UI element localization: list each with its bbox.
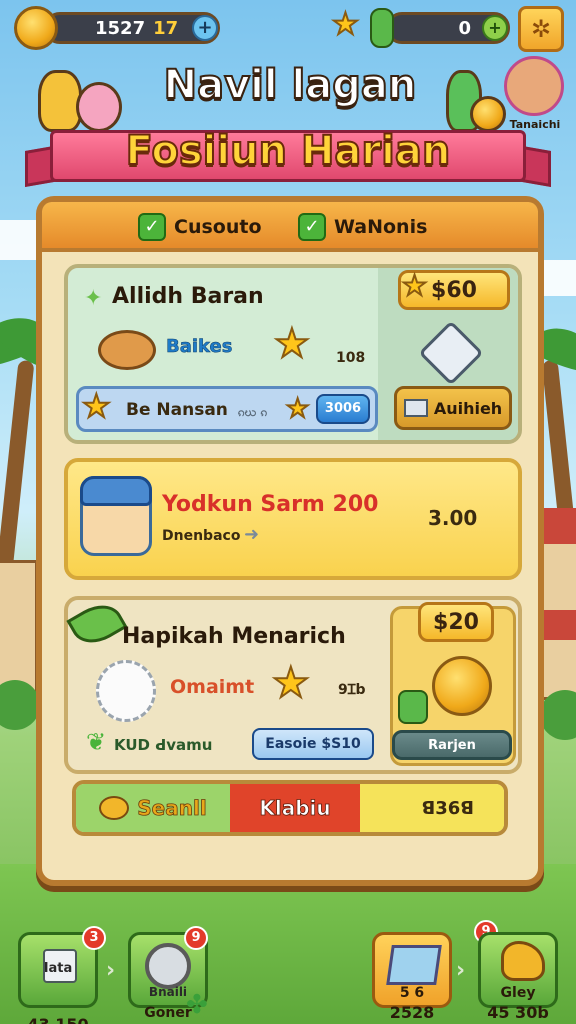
quest-title: Yodkun Sarm 200 (162, 492, 379, 517)
bar-label: KUD ꓒvamu (114, 736, 213, 754)
item-value: 108 (336, 350, 366, 366)
quest-price: $20 (418, 602, 494, 642)
action-bar: Seanll Klabiu ꓭ36ꓭ (72, 780, 508, 836)
price-text: $60 (431, 277, 477, 303)
star-badge-icon: ★ (401, 269, 428, 302)
quest-card-1: ✦ Allidh Baran Baikes ★ 108 $60 ★ ★ Be N… (64, 264, 522, 444)
reward-label: ꓭ36ꓭ (421, 797, 475, 819)
clover-icon: ✤ (186, 990, 208, 1020)
potted-plant-icon (398, 690, 428, 724)
notification-badge: 9 (184, 926, 208, 950)
fluffy-pet-icon (96, 660, 156, 722)
arrow-right-icon: ➜ (244, 524, 260, 545)
game-title: Navil lagan (163, 61, 418, 109)
add-gems-button[interactable]: + (482, 15, 508, 41)
bar-label: Be Nansan (126, 400, 228, 420)
basket-icon (98, 330, 156, 370)
settings-button[interactable]: ✲ (518, 6, 564, 52)
bush (540, 690, 576, 740)
claim-button[interactable]: Rarjen (392, 730, 512, 760)
star-icon: ★ (331, 7, 360, 42)
gem-count: 0 (458, 17, 471, 39)
quest-card-2[interactable]: Yodkun Sarm 200 Dnenbaco ➜ 3.00 (64, 458, 522, 580)
boy-avatar-icon (80, 476, 152, 556)
coin-icon (14, 6, 58, 50)
quest-title: Hapikah Menarich (122, 624, 346, 649)
price-text: $20 (433, 609, 479, 635)
reward-counter[interactable]: ꓭ36ꓭ (360, 784, 504, 832)
tab-cusouto[interactable]: ✓ Cusouto (138, 210, 262, 244)
search-label: Seanll (137, 796, 207, 821)
klabiu-label: Klabiu (259, 796, 331, 821)
dog-character (38, 70, 82, 132)
nav-label: Gley (500, 985, 536, 1001)
star-icon: ★ (273, 321, 311, 367)
nav-label: Iata (43, 961, 73, 976)
checkmark-icon: ✓ (138, 213, 166, 241)
buy-button[interactable]: Easoie $S10 (252, 728, 374, 760)
star-icon: ★ (285, 394, 310, 424)
bar-value: ၵဃ ၵ (238, 405, 268, 419)
tab-wanonis[interactable]: ✓ WaNonis (298, 210, 427, 244)
arrow-icon (66, 595, 128, 653)
claim-label: Auihieh (433, 398, 503, 418)
player-avatar[interactable] (504, 56, 564, 116)
box-icon (403, 399, 428, 417)
top-bar: 1527 17 + ★ 0 + ✲ (10, 6, 566, 52)
star-icon: ★ (81, 387, 112, 425)
quest-title: Allidh Baran (112, 284, 264, 309)
quest-card-3: Hapikah Menarich Omaimt ★ 9Ɪb $20 Rarjen… (64, 595, 522, 774)
item-value: 9Ɪb (338, 682, 366, 698)
add-coins-button[interactable]: + (192, 15, 218, 41)
search-button[interactable]: Seanll (76, 784, 230, 832)
collect-button[interactable]: 3006 (316, 394, 370, 424)
tab-label: WaNonis (334, 216, 428, 238)
plant-icon (370, 8, 394, 48)
nav-map-button[interactable]: 5 6 2528 (372, 932, 452, 1022)
notification-badge: 3 (82, 926, 106, 950)
quest-value: 3.00 (428, 506, 478, 530)
plus-star-icon: ✦ (84, 286, 103, 311)
claim-button[interactable]: Auihieh (394, 386, 512, 430)
checkmark-icon: ✓ (298, 213, 326, 241)
nav-label: 5 6 (399, 985, 425, 1001)
nav-value: 2528 (389, 1003, 435, 1022)
nav-value: 43 150 (21, 1015, 95, 1024)
nav-pet-button[interactable]: Gley 45 30b (478, 932, 558, 1022)
game-subtitle: Fosiiun Harian (125, 127, 452, 175)
gold-coin-icon (432, 656, 492, 716)
pig-character (76, 82, 122, 132)
nav-value: 45 30b (487, 1003, 549, 1022)
klabiu-button[interactable]: Klabiu (230, 784, 360, 832)
dog-icon (501, 941, 545, 981)
arrow-right-icon: › (456, 958, 466, 983)
item-label: Baikes (166, 336, 233, 358)
item-label: Omaimt (170, 676, 255, 698)
arrow-right-icon: › (106, 958, 116, 983)
star-icon: ★ (271, 658, 311, 707)
duck-icon (99, 796, 130, 820)
coin-count: 1527 (95, 17, 146, 39)
leaf-icon: ❦ (86, 728, 107, 756)
tab-label: Cusouto (174, 216, 262, 238)
magnifier-icon (145, 943, 191, 989)
panel-header: ✓ Cusouto ✓ WaNonis (42, 202, 538, 252)
map-icon (386, 945, 442, 985)
quest-subtitle: Dnenbaco (162, 528, 241, 544)
energy-count: 17 (153, 17, 179, 39)
daily-quest-panel: ✓ Cusouto ✓ WaNonis ✦ Allidh Baran Baike… (36, 196, 544, 886)
